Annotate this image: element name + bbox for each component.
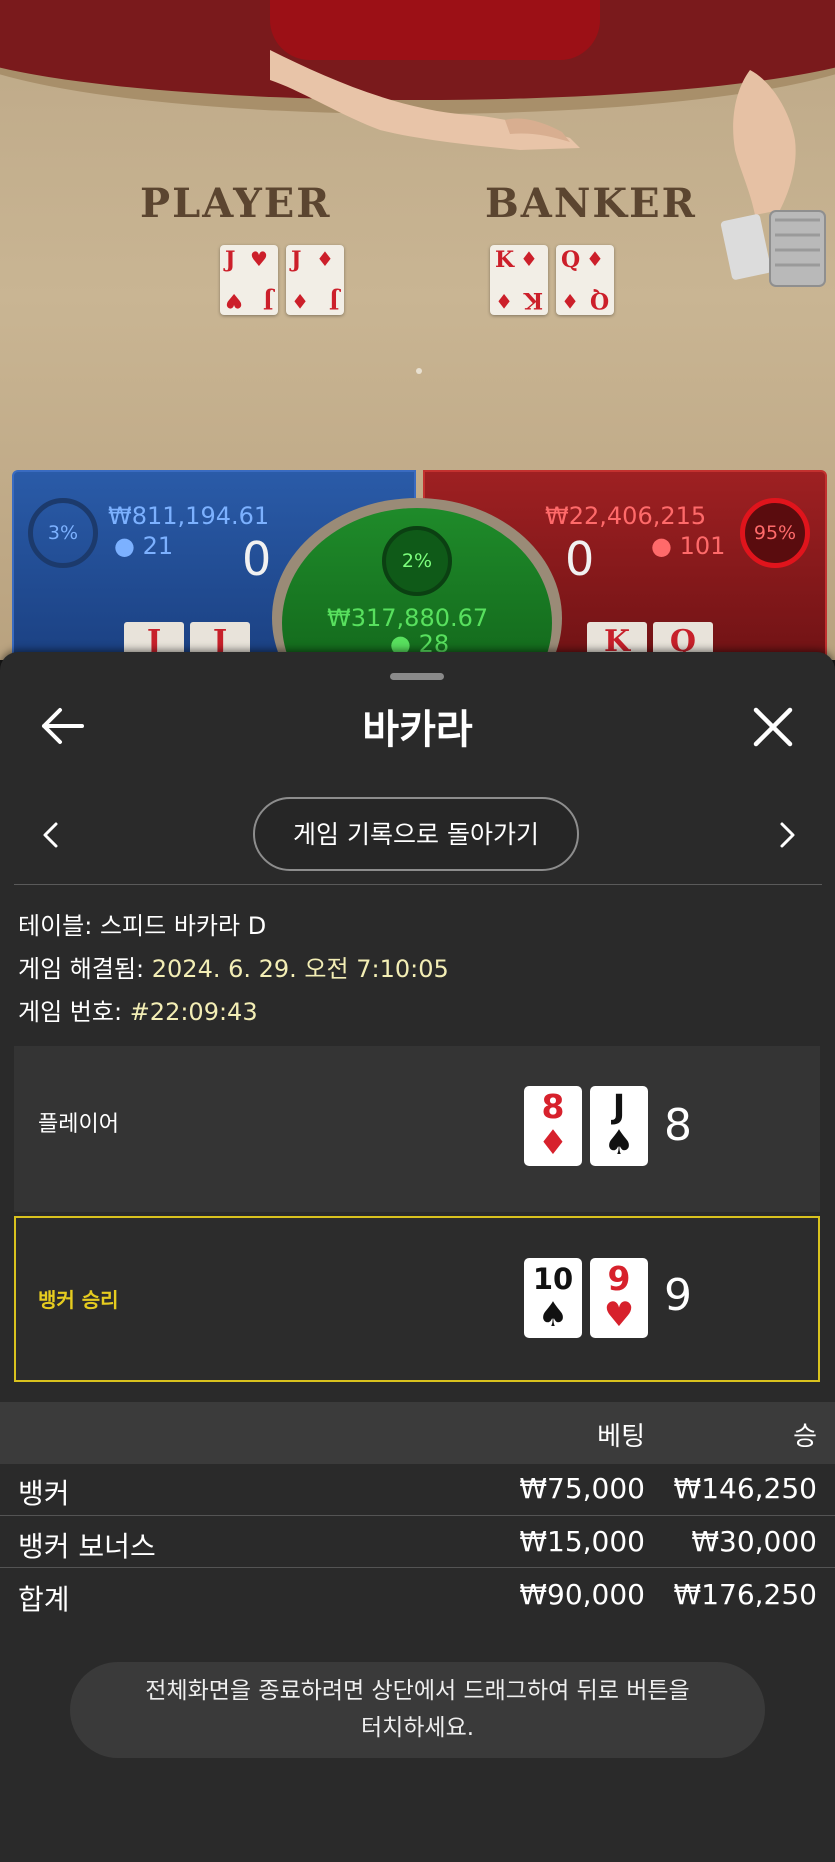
table-card: Q ♦ Q ♦ [556,245,614,315]
player-score: 0 [242,532,272,586]
back-to-history-button[interactable]: 게임 기록으로 돌아가기 [253,797,579,871]
banker-table-label: BANKER [485,180,697,227]
chevron-left-icon[interactable] [36,810,66,860]
bet-row: 뱅커 ₩75,000 ₩146,250 [18,1472,817,1510]
table-card: K ♦ K ♦ [490,245,548,315]
banker-total: 9 [664,1270,692,1321]
chevron-right-icon[interactable] [772,810,802,860]
bet-column-header: 베팅 [597,1422,645,1452]
banker-count: ● 101 [651,532,726,560]
player-table-label: PLAYER [140,180,332,227]
result-card: 10 ♠ [524,1258,582,1338]
player-result-row: 플레이어 8 ♦ J ♠ 8 [14,1046,820,1212]
fullscreen-exit-toast: 전체화면을 종료하려면 상단에서 드래그하여 뒤로 버튼을 터치하세요. [70,1662,765,1758]
banker-bet-amount: ₩22,406,215 [545,502,707,530]
player-row-label: 플레이어 [38,1112,119,1137]
banker-score: 0 [565,532,595,586]
result-card: 9 ♥ [590,1258,648,1338]
result-card: 8 ♦ [524,1086,582,1166]
win-column-header: 승 [793,1422,817,1452]
player-total: 8 [664,1100,692,1151]
sheet-drag-handle[interactable] [390,673,444,680]
player-bet-amount: ₩811,194.61 [108,502,270,530]
table-info: 테이블: 스피드 바카라 D [18,912,267,940]
person-icon: ● [651,532,672,560]
video-dot [416,368,422,374]
tie-bet-amount: ₩317,880.67 [327,604,489,632]
sheet-title: 바카라 [362,707,473,753]
banker-result-row: 뱅커 승리 10 ♠ 9 ♥ 9 [14,1216,820,1382]
result-card: J ♠ [590,1086,648,1166]
person-icon: ● [114,532,135,560]
banker-win-label: 뱅커 승리 [38,1288,119,1312]
bets-table-header: 베팅 승 [0,1402,835,1464]
dealer-hand [733,70,796,215]
table-card: J ♦ J ♦ [286,245,344,315]
divider [14,884,822,885]
resolved-info: 게임 해결됨: 2024. 6. 29. 오전 7:10:05 [18,955,449,983]
banker-percent-ring: 95% [740,498,810,568]
divider [0,1515,835,1516]
game-number-info: 게임 번호: #22:09:43 [18,998,258,1026]
bet-row: 뱅커 보너스 ₩15,000 ₩30,000 [18,1525,817,1563]
total-row: 합계 ₩90,000 ₩176,250 [18,1578,817,1616]
divider [0,1567,835,1568]
close-icon[interactable] [748,702,798,752]
player-count: ● 21 [114,532,174,560]
player-percent-ring: 3% [28,498,98,568]
dealer-arm [270,50,580,150]
card-shoe [720,210,826,287]
table-card: J ♥ J ♥ [220,245,278,315]
tie-percent-ring: 2% [382,526,452,596]
